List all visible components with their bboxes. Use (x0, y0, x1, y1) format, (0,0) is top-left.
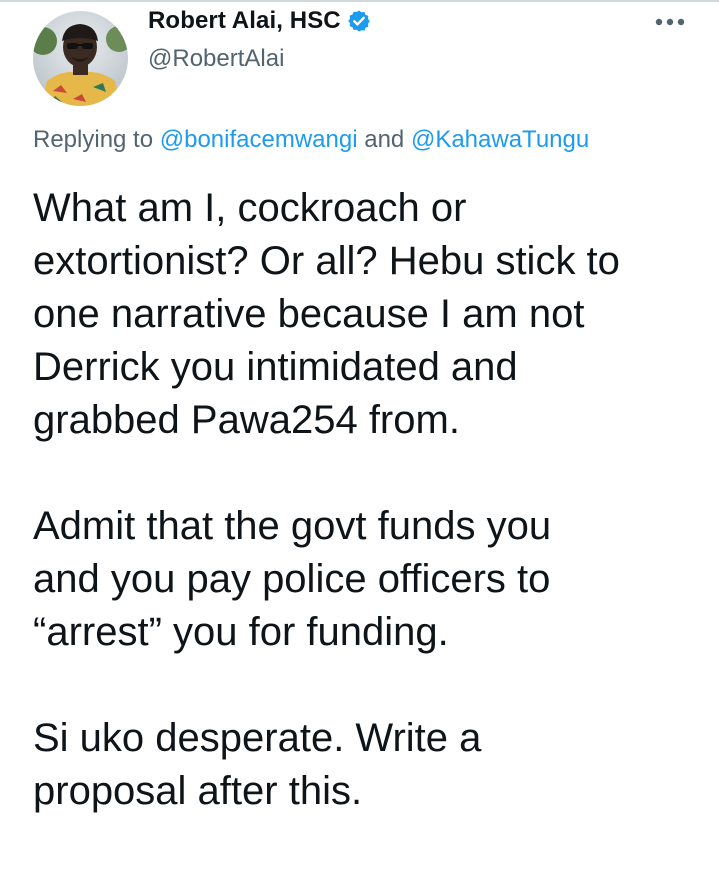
tweet-line: one narrative because I am not (33, 292, 585, 336)
tweet-line: “arrest” you for funding. (33, 610, 449, 654)
mention-link-kahawatungu[interactable]: @KahawaTungu (411, 126, 589, 153)
tweet-paragraph: What am I, cockroach or extortionist? Or… (33, 182, 703, 447)
verified-badge-icon (347, 9, 371, 33)
more-horizontal-icon (655, 18, 685, 26)
reply-prefix: Replying to (33, 126, 154, 153)
author-name-row[interactable]: Robert Alai, HSC (148, 4, 371, 38)
author-handle[interactable]: @RobertAlai (148, 45, 284, 73)
tweet-text: What am I, cockroach or extortionist? Or… (33, 182, 703, 871)
tweet-line: Derrick you intimidated and (33, 345, 518, 389)
tweet-line: and you pay police officers to (33, 557, 551, 601)
top-divider (0, 0, 719, 2)
tweet-line: proposal after this. (33, 769, 363, 813)
author-display-name[interactable]: Robert Alai, HSC (148, 7, 341, 35)
tweet-line: grabbed Pawa254 from. (33, 398, 460, 442)
author-avatar[interactable] (33, 11, 128, 106)
reply-joiner: and (364, 126, 405, 153)
tweet-line: Admit that the govt funds you (33, 504, 552, 548)
tweet-paragraph: Admit that the govt funds you and you pa… (33, 500, 703, 659)
mention-link-bonifacemwangi[interactable]: @bonifacemwangi (160, 126, 358, 153)
tweet-paragraph: Si uko desperate. Write a proposal after… (33, 712, 703, 818)
tweet-line: extortionist? Or all? Hebu stick to (33, 239, 620, 283)
profile-photo-icon (33, 11, 128, 106)
tweet-line: What am I, cockroach or (33, 186, 467, 230)
tweet-line: Si uko desperate. Write a (33, 716, 482, 760)
more-options-button[interactable] (650, 10, 690, 34)
reply-context: Replying to @bonifacemwangi and @KahawaT… (33, 126, 589, 154)
